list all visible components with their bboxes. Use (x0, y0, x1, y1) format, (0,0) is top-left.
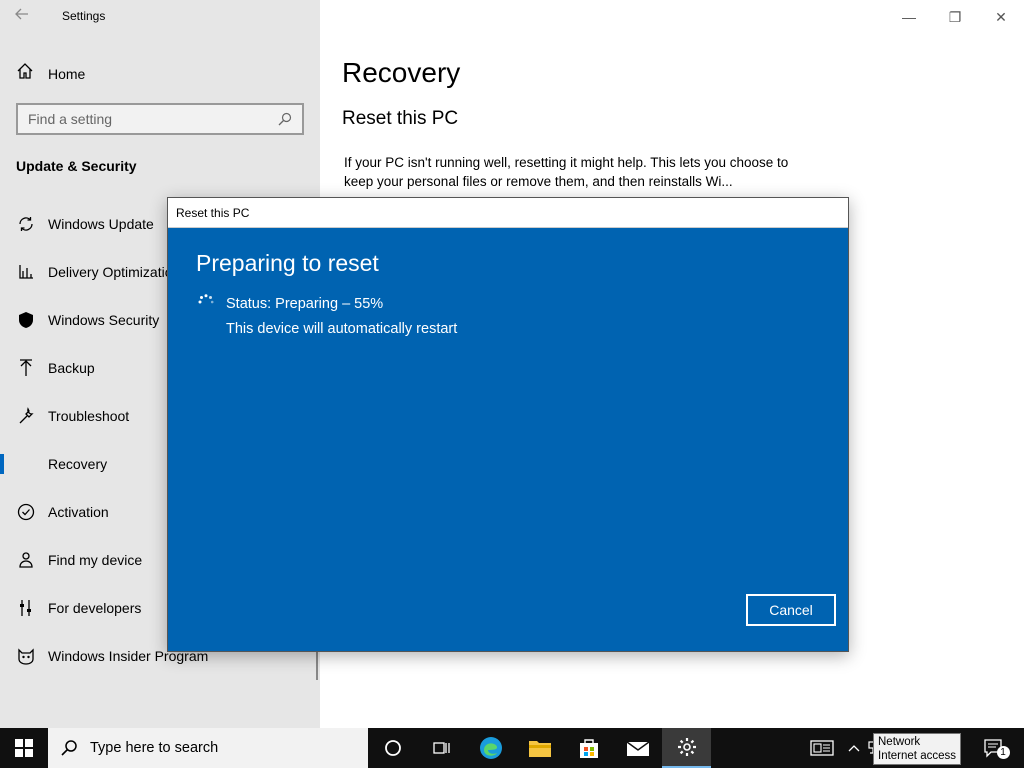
sidebar-item-label: Activation (48, 504, 109, 520)
news-icon (810, 740, 834, 756)
sidebar-item-label: Delivery Optimization (48, 264, 181, 280)
settings-taskbar-button[interactable] (662, 728, 711, 768)
cancel-button[interactable]: Cancel (746, 594, 836, 626)
edge-browser-button[interactable] (466, 728, 515, 768)
edge-icon (479, 737, 502, 759)
sidebar-item-label: Windows Security (48, 312, 160, 328)
microsoft-store-button[interactable] (564, 728, 613, 768)
check-circle-icon (16, 502, 36, 522)
cortana-button[interactable] (368, 728, 417, 768)
sync-icon (16, 214, 36, 234)
minimize-button[interactable]: — (886, 4, 932, 30)
find-setting-search-input[interactable]: Find a setting (16, 103, 304, 135)
folder-icon (528, 741, 551, 757)
sidebar-item-label: Find my device (48, 552, 143, 568)
developer-sliders-icon (16, 598, 36, 618)
store-bag-icon (579, 739, 598, 758)
reset-description: If your PC isn't running well, resetting… (344, 155, 789, 189)
delivery-icon (16, 262, 36, 282)
taskbar-search-placeholder: Type here to search (90, 740, 219, 756)
loading-spinner-icon (196, 292, 216, 312)
wrench-icon (16, 406, 36, 426)
search-placeholder: Find a setting (28, 111, 113, 127)
section-subtitle: Reset this PC (342, 108, 459, 129)
dialog-heading: Preparing to reset (196, 250, 379, 276)
back-arrow-icon[interactable] (14, 6, 34, 26)
person-location-icon (16, 550, 36, 570)
start-button[interactable] (0, 728, 48, 768)
file-explorer-button[interactable] (515, 728, 564, 768)
restart-note: This device will automatically restart (226, 321, 458, 337)
reset-dialog: Reset this PC Preparing to reset Status:… (167, 197, 849, 652)
page-title: Recovery (342, 57, 461, 88)
sidebar-item-label: Recovery (48, 456, 108, 472)
reset-status: Status: Preparing – 55% (226, 296, 384, 312)
dialog-titlebar: Reset this PC (168, 198, 848, 228)
sidebar-item-label: Backup (48, 360, 95, 376)
tooltip-line1: Network (878, 736, 921, 748)
cortana-circle-icon (384, 740, 401, 756)
maximize-button[interactable]: ❐ (932, 4, 978, 30)
action-center-button[interactable]: 1 (976, 728, 1024, 768)
task-view-button[interactable] (417, 728, 466, 768)
recovery-icon (16, 454, 36, 474)
taskbar-search-box[interactable]: Type here to search (48, 728, 368, 768)
mail-button[interactable] (613, 728, 662, 768)
network-tooltip: Network Internet access (873, 733, 961, 765)
section-title: Update & Security (16, 158, 137, 174)
close-button[interactable]: ✕ (978, 4, 1024, 30)
home-nav-item[interactable]: Home (16, 62, 85, 85)
news-widget-button[interactable] (802, 728, 842, 768)
sidebar-item-label: Troubleshoot (48, 408, 130, 424)
chevron-up-icon (848, 745, 860, 752)
restore-icon: ❐ (948, 8, 962, 25)
sidebar-scrollbar[interactable] (316, 650, 318, 680)
app-title: Settings (62, 9, 106, 23)
show-hidden-icons-button[interactable] (842, 728, 866, 768)
search-icon[interactable] (278, 112, 292, 126)
minimize-icon: — (902, 9, 916, 25)
gear-icon (677, 738, 696, 756)
sidebar-item-label: Windows Update (48, 216, 154, 232)
home-label: Home (48, 65, 86, 82)
insider-cat-icon (16, 646, 36, 666)
task-view-icon (432, 742, 450, 754)
home-icon (16, 62, 36, 85)
dialog-title: Reset this PC (176, 205, 250, 220)
mail-icon (626, 741, 649, 756)
sidebar-item-label: For developers (48, 600, 142, 616)
windows-logo-icon (15, 739, 33, 757)
search-icon (61, 740, 77, 756)
notification-count-badge: 1 (996, 745, 1010, 759)
taskbar: Type here to search 1 (0, 728, 1024, 768)
upload-arrow-icon (16, 358, 36, 378)
shield-icon (16, 310, 36, 330)
close-icon: ✕ (995, 8, 1007, 25)
tooltip-line2: Internet access (878, 750, 956, 762)
